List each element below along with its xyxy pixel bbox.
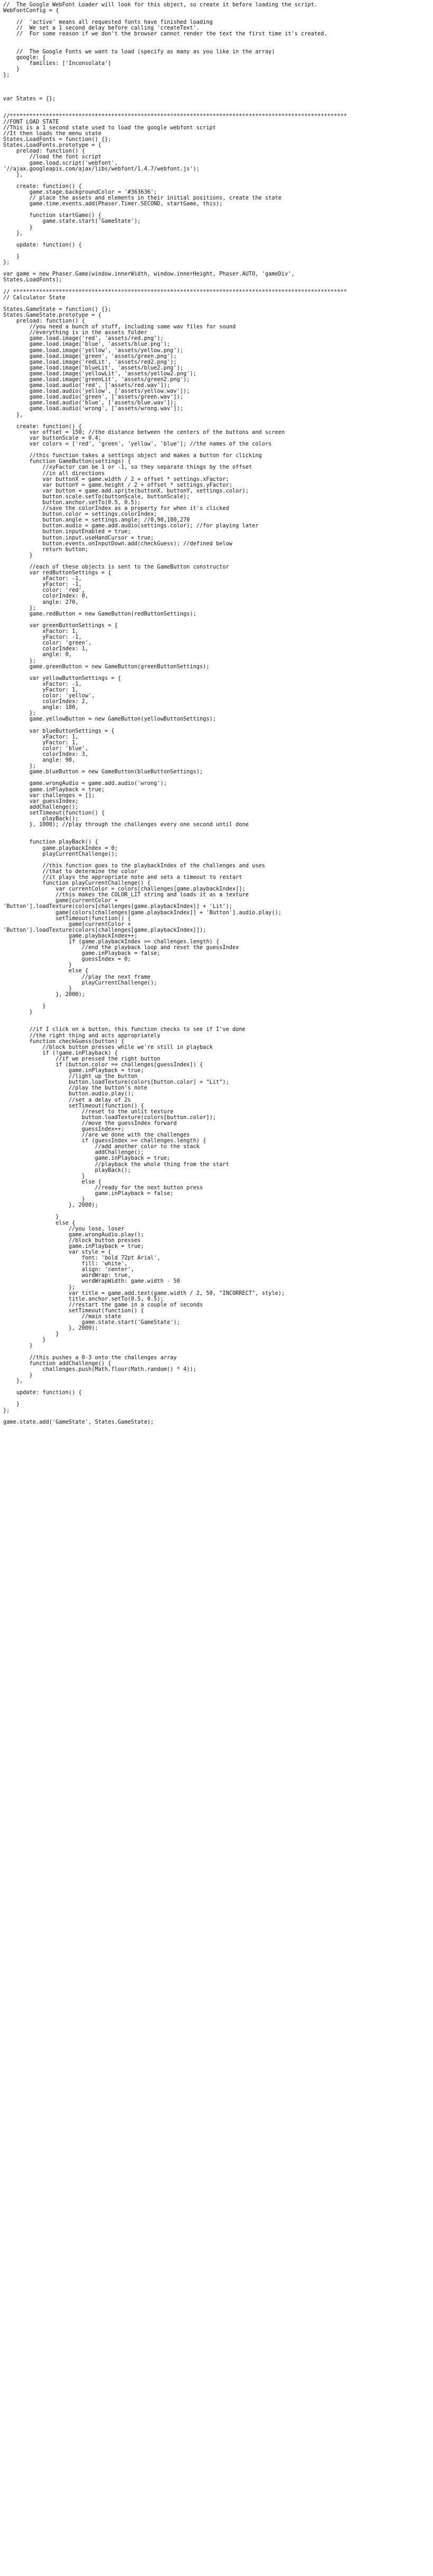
code-line: function playBack() {: [3, 839, 98, 846]
code-line: colorIndex: 0,: [3, 593, 89, 600]
code-line: //load the font script: [3, 154, 101, 160]
code-line: //set a delay of 2s: [3, 1096, 131, 1103]
code-line: families: ['Inconsolata']: [3, 60, 111, 67]
code-line: angle: 0,: [3, 651, 72, 658]
code-line: }: [3, 66, 20, 73]
code-line: }: [3, 1371, 33, 1378]
code-line: }: [3, 552, 33, 558]
code-line: }: [3, 1214, 59, 1220]
code-line: game.load.image('yellow', 'assets/yellow…: [3, 347, 183, 354]
code-line: //**************************************…: [3, 112, 347, 119]
code-line: };: [3, 259, 10, 266]
code-line: }: [3, 1401, 20, 1408]
code-line: game.playbackIndex = 0;: [3, 845, 118, 851]
code-line: }: [3, 253, 20, 260]
code-line: // *************************************…: [3, 288, 347, 295]
code-line: playCurrentChallenge();: [3, 850, 118, 857]
code-line: update: function() {: [3, 1389, 82, 1396]
code-line: game.state.add('GameState', States.GameS…: [3, 1418, 154, 1425]
code-line: button.input.useHandCursor = true;: [3, 534, 154, 541]
code-line: //if I click on a button, this function …: [3, 1026, 246, 1033]
code-line: }: [3, 1331, 59, 1338]
code-line: angle: 90,: [3, 757, 76, 764]
code-line: else {: [3, 1219, 76, 1226]
code-line: };: [3, 1407, 10, 1414]
code-line: button.audio.play();: [3, 1091, 134, 1097]
code-line: },: [3, 230, 23, 236]
code-line: //play the next frame: [3, 973, 150, 980]
code-line: },: [3, 411, 23, 418]
code-line: challenges.push(Math.floor(Math.random()…: [3, 1366, 196, 1372]
code-line: }, 1000); //play through the challenges …: [3, 821, 249, 828]
code-line: //the right thing and acts appropriately: [3, 1032, 161, 1039]
code-line: // The Google WebFont Loader will look f…: [3, 2, 318, 8]
code-line: return button;: [3, 546, 89, 553]
code-line: }, 2000);: [3, 1325, 98, 1332]
code-line: }, 2000);: [3, 991, 85, 998]
code-line: game.inPlayback = true;: [3, 1155, 171, 1162]
code-line: game.inPlayback = true;: [3, 786, 105, 793]
code-line: var colors = ['red', 'green', 'yellow', …: [3, 441, 272, 448]
code-line: 'Button'].loadTexture(colors[challenges[…: [3, 903, 232, 910]
code-line: else {: [3, 968, 89, 974]
code-line: wordWrapWidth: game.width - 50: [3, 1278, 180, 1285]
code-line: }: [3, 1342, 33, 1349]
code-line: game.load.audio('wrong', ['assets/wrong.…: [3, 405, 183, 412]
code-line: };: [3, 72, 10, 79]
code-line: game.state.start('GameState');: [3, 218, 141, 225]
code-line: }: [3, 1003, 46, 1010]
code-line: game.load.image('blue', 'assets/blue.png…: [3, 341, 171, 348]
code-line: States.LoadFonts);: [3, 277, 62, 283]
code-line: game.load.script('webfont',: [3, 159, 118, 166]
code-line: },: [3, 171, 23, 178]
code-line: game.time.events.add(Phaser.Timer.SECOND…: [3, 201, 223, 207]
code-line: }, 2000);: [3, 1202, 98, 1209]
code-line: game.wrongAudio = game.add.audio('wrong'…: [3, 780, 167, 787]
code-line: update: function() {: [3, 241, 82, 248]
code-line: //in all directions: [3, 470, 105, 477]
code-line: // Calculator State: [3, 294, 65, 301]
code-line: '//ajax.googleapis.com/ajax/libs/webfont…: [3, 165, 200, 172]
code-line: // The Google Fonts we want to load (spe…: [3, 48, 275, 55]
code-line: // For some reason if we don't the brows…: [3, 31, 327, 37]
code-line: };: [3, 657, 36, 664]
code-line: game.redButton = new GameButton(redButto…: [3, 610, 196, 617]
code-line: }: [3, 1009, 33, 1016]
code-line: button.inputEnabled = true;: [3, 528, 131, 535]
code-line: //xyFactor can be 1 or -1, so they separ…: [3, 464, 252, 471]
code-line: angle: 180,: [3, 704, 79, 711]
code-line: var game = new Phaser.Game(window.innerW…: [3, 271, 295, 278]
code-line: WebFontConfig = {: [3, 7, 59, 14]
code-line: //playback the whole thing from the star…: [3, 1161, 229, 1168]
code-document: // The Google WebFont Loader will look f…: [3, 2, 430, 1425]
code-line: }: [3, 224, 33, 231]
code-line: },: [3, 1378, 23, 1385]
code-line: };: [3, 1284, 76, 1291]
code-line: game.greenButton = new GameButton(greenB…: [3, 663, 210, 670]
code-line: game.blueButton = new GameButton(blueBut…: [3, 769, 203, 775]
code-line: angle: 270,: [3, 599, 79, 605]
code-line: }: [3, 1337, 46, 1343]
code-line: var States = {};: [3, 95, 56, 102]
code-line: game.yellowButton = new GameButton(yello…: [3, 716, 216, 723]
code-line: game[colors[challenges[game.playbackInde…: [3, 909, 281, 916]
